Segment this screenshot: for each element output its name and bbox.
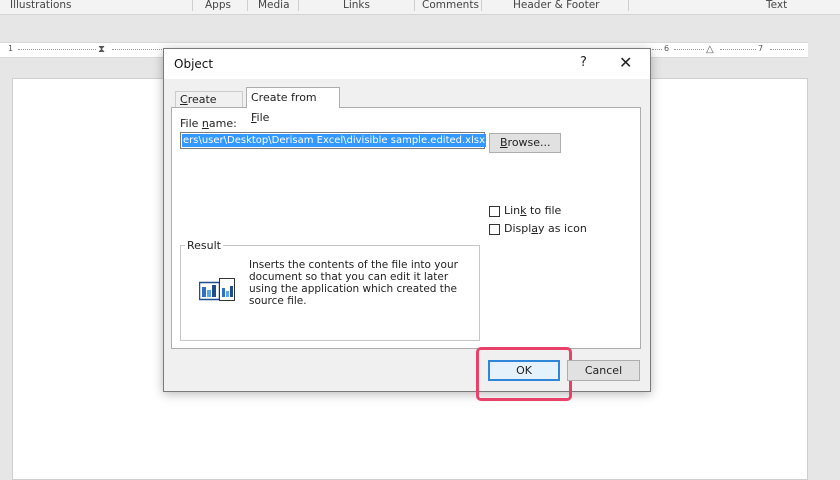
cancel-button[interactable]: Cancel	[567, 360, 640, 381]
ok-button[interactable]: OK	[488, 360, 560, 381]
link-to-file-label-pre: Lin	[504, 204, 521, 217]
browse-button[interactable]: Browse...	[489, 133, 561, 153]
ruler-ticks	[770, 49, 804, 51]
ruler-ticks	[720, 49, 756, 51]
ribbon-separator	[481, 0, 482, 11]
ribbon-group-header-footer: Header & Footer	[513, 0, 600, 11]
checkbox-icon[interactable]	[489, 223, 500, 235]
dialog-title: Object	[174, 57, 214, 71]
link-to-file-label-post: to file	[526, 204, 562, 217]
ruler-ticks	[18, 49, 96, 51]
dialog-titlebar[interactable]: Object ? ✕	[164, 49, 650, 79]
display-as-icon-label-pre: Displ	[504, 222, 532, 235]
browse-label-accesskey: B	[500, 136, 508, 149]
link-to-file-checkbox[interactable]: Link to file	[489, 204, 561, 217]
ruler-ticks	[112, 49, 162, 51]
ruler-number: 7	[758, 44, 764, 53]
tab-label-accesskey: C	[180, 93, 188, 106]
browse-label-post: rowse...	[507, 136, 551, 149]
ruler-number: 1	[8, 44, 14, 53]
ribbon-separator	[247, 0, 248, 11]
ruler-ticks	[652, 49, 662, 51]
ribbon-group-labels: Illustrations Apps Media Links Comments …	[0, 0, 840, 15]
help-button[interactable]: ?	[580, 55, 587, 70]
ribbon-separator	[414, 0, 415, 11]
ribbon-group-comments: Comments	[422, 0, 479, 11]
tab-create-new[interactable]: Create New	[175, 91, 243, 122]
ruler-number: 6	[664, 44, 670, 53]
file-name-label: File name:	[180, 117, 237, 130]
display-as-icon-label-post: y as icon	[538, 222, 587, 235]
ruler-ticks	[674, 49, 704, 51]
result-description: Inserts the contents of the file into yo…	[249, 259, 458, 307]
ribbon-group-media: Media	[258, 0, 290, 11]
checkbox-icon[interactable]	[489, 205, 500, 217]
ribbon-separator	[192, 0, 193, 11]
tab-label-pre: Create from	[251, 91, 317, 104]
tab-label-post: ile	[256, 111, 270, 124]
result-group: Result Inserts the contents of the file …	[180, 239, 480, 341]
tab-create-from-file[interactable]: Create from File	[246, 87, 340, 124]
display-as-icon-checkbox[interactable]: Display as icon	[489, 222, 587, 235]
create-from-file-panel: File name: ers\user\Desktop\Derisam Exce…	[171, 107, 641, 349]
right-indent-marker-icon[interactable]: △	[706, 44, 714, 55]
file-name-input[interactable]: ers\user\Desktop\Derisam Excel\divisible…	[180, 132, 486, 149]
indent-marker-icon[interactable]: ⧗	[98, 44, 105, 55]
close-icon[interactable]: ✕	[619, 53, 632, 72]
file-name-label-accesskey: n	[201, 117, 209, 130]
ribbon-group-illustrations: Illustrations	[10, 0, 72, 11]
ribbon-group-text: Text	[766, 0, 788, 11]
ribbon-group-apps: Apps	[205, 0, 231, 11]
result-label: Result	[185, 239, 223, 252]
ribbon-separator	[628, 0, 629, 11]
ribbon-group-links: Links	[343, 0, 370, 11]
ribbon-separator	[298, 0, 299, 11]
file-name-label-post: ame:	[208, 117, 237, 130]
file-name-value: ers\user\Desktop\Derisam Excel\divisible…	[182, 134, 486, 147]
file-name-label-pre: File	[180, 117, 202, 130]
embedded-object-icon	[199, 278, 235, 301]
object-dialog: Object ? ✕ Create New Create from File F…	[163, 48, 651, 401]
